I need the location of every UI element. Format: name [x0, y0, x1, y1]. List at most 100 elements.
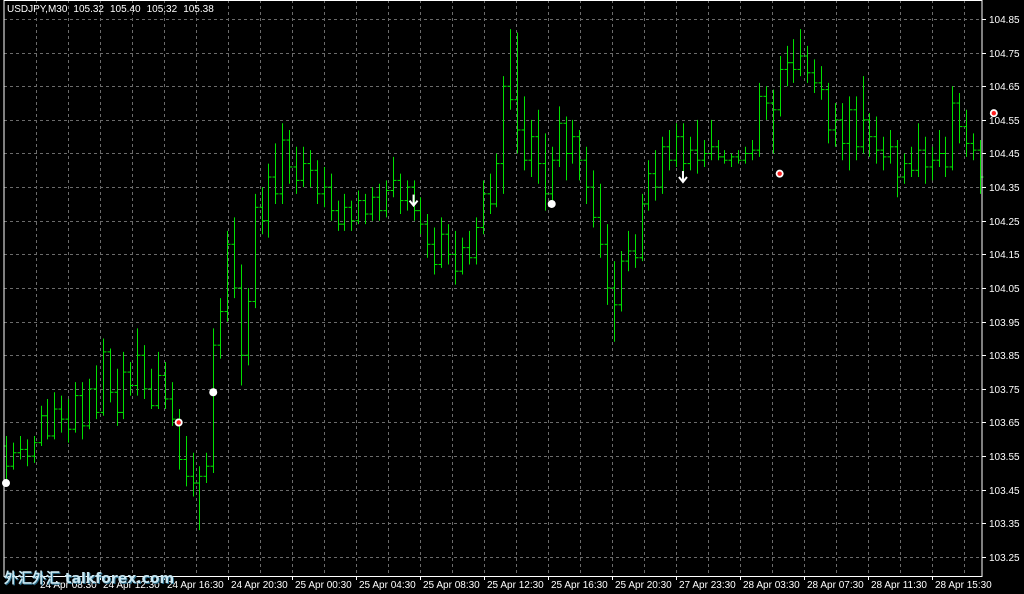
ohlc-bar [452, 230, 459, 285]
ohlc-bar [721, 150, 728, 164]
thumb-signal [2, 479, 10, 488]
ohlc-bar [114, 368, 121, 426]
ohlc-bar [742, 146, 749, 164]
y-tick-label: 103.55 [989, 452, 1020, 463]
ohlc-bar [480, 180, 487, 235]
ohlc-bar [120, 351, 127, 420]
price-chart[interactable]: 104.85 104.75 104.65 104.55 104.45 104.35 104.… [0, 0, 1024, 594]
x-tick-label: 28 Apr 07:30 [807, 580, 864, 591]
ohlc-bar [673, 123, 680, 167]
watermark: 外汇外汇 talkforex.com [4, 571, 175, 587]
ohlc-bar [853, 96, 860, 161]
ohlc-bar [376, 183, 383, 221]
ohlc-bar [542, 133, 549, 211]
ohlc-bar [438, 217, 445, 268]
ohlc-low: 105.32 [146, 4, 178, 15]
ohlc-bar [583, 146, 590, 204]
ohlc-bar [466, 230, 473, 265]
ohlc-bar [417, 197, 424, 235]
ohlc-bar [839, 103, 846, 161]
ohlc-bar [176, 409, 183, 470]
ohlc-bar [929, 146, 936, 181]
ohlc-bar [307, 150, 314, 188]
ohlc-bar [708, 119, 715, 161]
ohlc-bar [590, 170, 597, 228]
ohlc-bar [666, 129, 673, 171]
y-tick-label: 104.15 [989, 250, 1020, 261]
ohlc-bar [949, 86, 956, 171]
ohlc-bar [873, 116, 880, 164]
chart-header: USDJPY,M30 105.32 105.40 105.32 105.38 [7, 4, 220, 15]
ohlc-bar [224, 230, 231, 322]
ohlc-bar [362, 193, 369, 225]
ohlc-bar [860, 76, 867, 154]
ohlc-bar [645, 160, 652, 211]
ohlc-bar [473, 217, 480, 265]
ohlc-bar [252, 193, 259, 309]
ohlc-bar [500, 76, 507, 194]
ohlc-bar [576, 129, 583, 181]
ohlc-open: 105.32 [73, 4, 104, 15]
x-tick-label: 27 Apr 23:30 [679, 580, 736, 591]
chart-canvas: 104.85 104.75 104.65 104.55 104.45 104.35 104.… [2, 0, 1020, 591]
ohlc-bar [922, 136, 929, 184]
ohlc-bar [604, 224, 611, 305]
ohlc-bar [797, 29, 804, 77]
ohlc-bar [866, 113, 873, 157]
ohlc-bar [404, 180, 411, 211]
thumb-signal [174, 418, 183, 427]
ohlc-bar [528, 119, 535, 178]
ohlc-bar [770, 89, 777, 154]
x-tick-label: 25 Apr 00:30 [295, 580, 352, 591]
thumb-signal [775, 169, 784, 178]
ohlc-bar [58, 395, 65, 433]
x-tick-label: 25 Apr 20:30 [615, 580, 672, 591]
x-tick-label: 25 Apr 16:30 [551, 580, 608, 591]
ohlc-bar [148, 368, 155, 410]
down-arrow-signal [408, 194, 419, 208]
ohlc-bar [563, 116, 570, 181]
ohlc-bar [100, 338, 107, 416]
ohlc-bar [569, 119, 576, 164]
x-tick-label: 25 Apr 12:30 [487, 580, 544, 591]
ohlc-bar [183, 435, 190, 487]
ohlc-bar [210, 328, 217, 473]
ohlc-high: 105.40 [110, 4, 141, 15]
ohlc-bar [970, 133, 977, 161]
y-tick-label: 104.75 [989, 49, 1020, 60]
ohlc-bar [107, 348, 114, 403]
ohlc-bar [38, 405, 45, 447]
y-tick-label: 103.45 [989, 486, 1020, 497]
ohlc-bar [514, 32, 521, 154]
x-tick-label: 25 Apr 04:30 [359, 580, 416, 591]
ohlc-bar [190, 452, 197, 497]
ohlc-bar [265, 163, 272, 238]
ohlc-bar [825, 82, 832, 144]
ohlc-bar [956, 92, 963, 144]
signal-core [777, 171, 782, 176]
ohlc-bar [763, 86, 770, 120]
ohlc-bar [431, 227, 438, 275]
ohlc-bar [659, 136, 666, 194]
ohlc-bar [487, 173, 494, 215]
y-tick-label: 103.65 [989, 418, 1020, 429]
ohlc-bar [597, 183, 604, 258]
ohlc-bar [784, 45, 791, 87]
ohlc-bar [493, 153, 500, 208]
ohlc-bar [832, 103, 839, 147]
ohlc-bar [887, 129, 894, 164]
y-tick-label: 103.35 [989, 519, 1020, 530]
x-tick-label: 24 Apr 16:30 [167, 580, 224, 591]
x-tick-label: 28 Apr 11:30 [871, 580, 927, 591]
signal-core [176, 420, 181, 425]
ohlc-bar [424, 214, 431, 258]
ohlc-bar [459, 237, 466, 275]
ohlc-bar [915, 123, 922, 178]
ohlc-bar [279, 123, 286, 204]
grid [4, 0, 982, 576]
y-tick-label: 104.85 [989, 15, 1020, 26]
x-tick-label: 25 Apr 08:30 [423, 580, 480, 591]
time-axis: 24 Apr 08:30 24 Apr 12:30 24 Apr 16:30 24 A… [37, 576, 992, 591]
ohlc-bar [445, 224, 452, 265]
ohlc-bar [618, 251, 625, 312]
